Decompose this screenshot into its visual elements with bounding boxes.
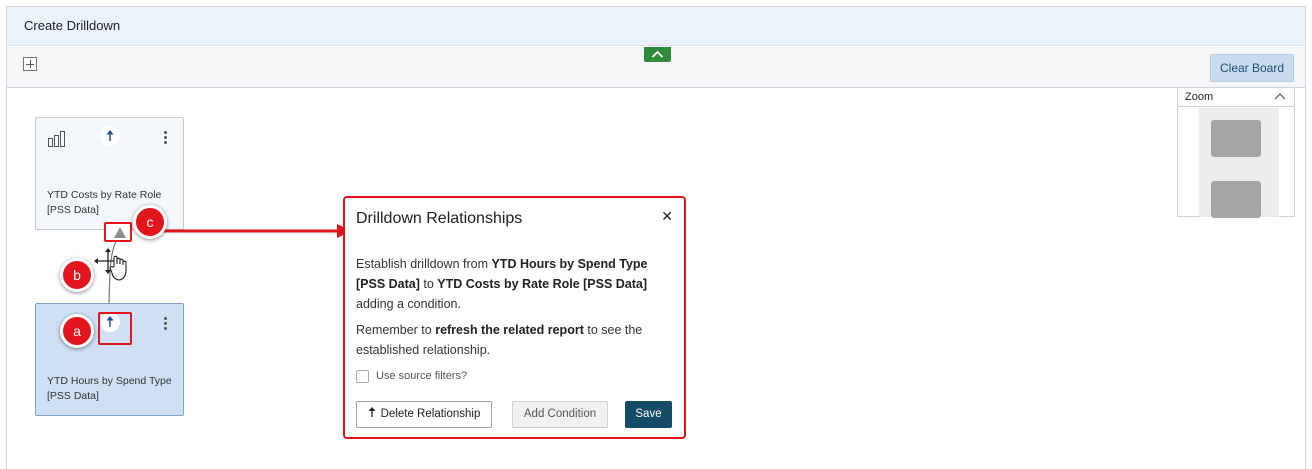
drilldown-arrow-button[interactable]	[100, 126, 120, 146]
highlight-arrow-button	[98, 312, 132, 345]
refresh-reminder: Remember to refresh the related report t…	[356, 320, 671, 360]
target-report-name: YTD Costs by Rate Role [PSS Data]	[437, 277, 648, 291]
card-title: YTD Hours by Spend Type [PSS Data]	[47, 374, 177, 404]
collapse-toolbar-button[interactable]	[644, 47, 671, 62]
card-title-line1: YTD Costs by Rate Role	[47, 189, 162, 201]
callout-arrow	[163, 224, 352, 238]
callout-c: c	[133, 205, 167, 239]
zoom-minimap[interactable]	[1199, 108, 1279, 218]
add-widget-icon[interactable]	[23, 57, 37, 71]
arrow-up-icon	[106, 130, 114, 141]
desc-suffix: adding a condition.	[356, 297, 461, 311]
use-source-filters-checkbox[interactable]	[356, 370, 369, 383]
callout-a: a	[60, 314, 94, 348]
bar-chart-icon	[48, 131, 66, 150]
toolbar: Clear Board	[7, 47, 1305, 88]
chevron-up-icon	[651, 50, 664, 58]
minimap-node	[1211, 181, 1261, 218]
drilldown-relationships-dialog: Drilldown Relationships ✕ Establish dril…	[343, 196, 686, 439]
card-title-line1: YTD Hours by Spend Type	[47, 375, 172, 387]
card-title-line2: [PSS Data]	[47, 390, 99, 402]
callout-b: b	[60, 258, 94, 292]
more-options-icon[interactable]	[164, 317, 168, 331]
title-bar: Create Drilldown	[7, 7, 1305, 46]
zoom-panel: Zoom	[1177, 87, 1295, 218]
zoom-label: Zoom	[1185, 91, 1214, 103]
reminder-bold: refresh the related report	[435, 323, 584, 337]
minimap-node	[1211, 120, 1261, 157]
relationship-description: Establish drilldown from YTD Hours by Sp…	[356, 254, 671, 314]
drag-cursor-icon	[94, 248, 127, 281]
desc-mid: to	[419, 277, 438, 291]
arrowhead-icon	[114, 227, 126, 238]
window-title: Create Drilldown	[24, 18, 121, 33]
close-icon[interactable]: ✕	[661, 208, 673, 225]
desc-prefix: Establish drilldown from	[356, 257, 492, 271]
arrow-up-icon	[368, 407, 376, 417]
add-condition-button[interactable]: Add Condition	[512, 401, 608, 428]
relationship-handle[interactable]	[104, 222, 132, 242]
delete-relationship-label: Delete Relationship	[380, 408, 481, 420]
dialog-title: Drilldown Relationships	[356, 210, 523, 227]
chevron-up-icon[interactable]	[1274, 93, 1286, 100]
use-source-filters-label: Use source filters?	[376, 370, 468, 382]
delete-relationship-button[interactable]: Delete Relationship	[356, 401, 492, 428]
clear-board-button[interactable]: Clear Board	[1210, 54, 1294, 82]
save-button[interactable]: Save	[625, 401, 672, 428]
reminder-prefix: Remember to	[356, 323, 436, 337]
more-options-icon[interactable]	[164, 131, 168, 145]
zoom-header[interactable]: Zoom	[1178, 88, 1294, 107]
